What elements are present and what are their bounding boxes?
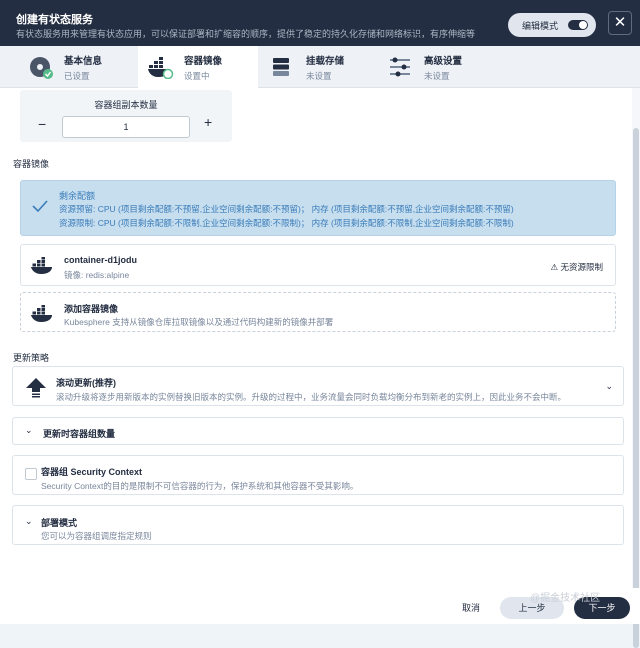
edit-mode-toggle[interactable]: 编辑模式: [508, 13, 596, 37]
pod-count-during-update[interactable]: ⌄ 更新时容器组数量: [12, 417, 624, 445]
dialog-title: 创建有状态服务: [16, 14, 93, 26]
step-name: 基本信息: [64, 55, 103, 67]
no-resource-limit-label: 无资源限制: [560, 262, 603, 272]
replica-count-input[interactable]: 1: [62, 116, 190, 138]
step-name: 容器镜像: [184, 55, 223, 67]
step-status: 已设置: [64, 70, 90, 81]
increment-button[interactable]: +: [204, 114, 212, 130]
cancel-button[interactable]: 取消: [455, 597, 487, 619]
container-card[interactable]: container-d1jodu 镜像: redis:alpine ⚠ 无资源限…: [20, 244, 616, 286]
disk-icon: [28, 55, 54, 79]
rolling-update-title: 滚动更新(推荐): [56, 378, 116, 388]
step-status: 未设置: [306, 70, 332, 81]
step-container-image[interactable]: 容器镜像 设置中: [138, 46, 258, 88]
docker-icon: [148, 55, 174, 80]
container-image-section-label: 容器镜像: [13, 159, 50, 169]
warning-icon: ⚠: [550, 262, 561, 272]
edit-mode-label: 编辑模式: [522, 20, 559, 31]
quota-reservation: 资源预留: CPU (项目剩余配额:不预留,企业空间剩余配额:不预留)； 内存 …: [59, 204, 514, 214]
no-resource-limit: ⚠ 无资源限制: [551, 261, 604, 273]
deploy-mode-title: 部署模式: [41, 518, 78, 528]
replica-count-label: 容器组副本数量: [94, 100, 158, 110]
quota-title: 剩余配额: [59, 191, 96, 201]
chevron-down-icon[interactable]: ⌄: [605, 381, 613, 392]
quota-limit: 资源限制: CPU (项目剩余配额:不限制,企业空间剩余配额:不限制)； 内存 …: [59, 218, 514, 228]
container-name: container-d1jodu: [64, 255, 138, 265]
step-status: 未设置: [424, 70, 450, 81]
step-mount-storage[interactable]: 挂载存储 未设置: [270, 46, 380, 88]
replica-count-box: 容器组副本数量 − 1 +: [20, 90, 232, 142]
step-name: 挂载存储: [306, 55, 345, 67]
step-basic-info[interactable]: 基本信息 已设置: [28, 46, 138, 88]
close-button[interactable]: ✕: [608, 11, 632, 35]
deploy-mode-desc: 您可以为容器组调度指定规则: [41, 531, 152, 541]
security-context-option[interactable]: 容器组 Security Context Security Context的目的…: [12, 455, 624, 495]
scrollbar[interactable]: [632, 88, 640, 648]
docker-icon: [31, 257, 55, 275]
chevron-down-icon: ⌄: [25, 425, 33, 435]
wizard-steps: 基本信息 已设置 容器镜像 设置中 挂载存储 未设置 高级设置 未设置: [0, 46, 640, 88]
docker-icon: [31, 305, 55, 323]
add-image-title: 添加容器镜像: [64, 304, 119, 314]
remaining-quota-notice: 剩余配额 资源预留: CPU (项目剩余配额:不预留,企业空间剩余配额:不预留)…: [20, 180, 616, 236]
arrow-up-icon: [25, 376, 47, 398]
form-content: 容器组副本数量 − 1 + 容器镜像 剩余配额 资源预留: CPU (项目剩余配…: [0, 88, 632, 588]
chevron-down-icon: ⌄: [25, 516, 33, 526]
create-statefulset-dialog: 创建有状态服务 有状态服务用来管理有状态应用，可以保证部署和扩缩容的顺序，提供了…: [0, 0, 640, 648]
rolling-update-option[interactable]: 滚动更新(推荐) 滚动升级将逐步用新版本的实例替换旧版本的实例。升级的过程中，业…: [12, 366, 624, 406]
rolling-update-desc: 滚动升级将逐步用新版本的实例替换旧版本的实例。升级的过程中，业务流量会同时负载均…: [56, 392, 567, 402]
security-context-title: 容器组 Security Context: [41, 467, 143, 477]
pod-count-title: 更新时容器组数量: [43, 429, 116, 439]
container-image: 镜像: redis:alpine: [64, 270, 130, 280]
scrollbar-thumb[interactable]: [633, 128, 639, 648]
check-icon: [31, 197, 49, 215]
step-status: 设置中: [184, 70, 210, 81]
dialog-description: 有状态服务用来管理有状态应用，可以保证部署和扩缩容的顺序，提供了稳定的持久化存储…: [16, 29, 476, 39]
storage-icon: [270, 55, 296, 79]
watermark: @掘金技术社区: [530, 593, 601, 604]
step-advanced-settings[interactable]: 高级设置 未设置: [388, 46, 498, 88]
dialog-header: 创建有状态服务 有状态服务用来管理有状态应用，可以保证部署和扩缩容的顺序，提供了…: [0, 0, 640, 46]
step-name: 高级设置: [424, 55, 463, 67]
add-container-image-card[interactable]: 添加容器镜像 Kubesphere 支持从镜像仓库拉取镜像以及通过代码构建新的镜…: [20, 292, 616, 332]
security-context-checkbox[interactable]: [25, 468, 37, 480]
update-strategy-label: 更新策略: [13, 353, 50, 363]
deploy-mode-option[interactable]: ⌄ 部署模式 您可以为容器组调度指定规则: [12, 505, 624, 545]
toggle-switch-icon: [568, 20, 588, 30]
decrement-button[interactable]: −: [38, 116, 46, 132]
security-context-desc: Security Context的目的是限制不可信容器的行为，保护系统和其他容器…: [41, 481, 359, 491]
sliders-icon: [388, 55, 414, 79]
add-image-desc: Kubesphere 支持从镜像仓库拉取镜像以及通过代码构建新的镜像并部署: [64, 317, 334, 327]
